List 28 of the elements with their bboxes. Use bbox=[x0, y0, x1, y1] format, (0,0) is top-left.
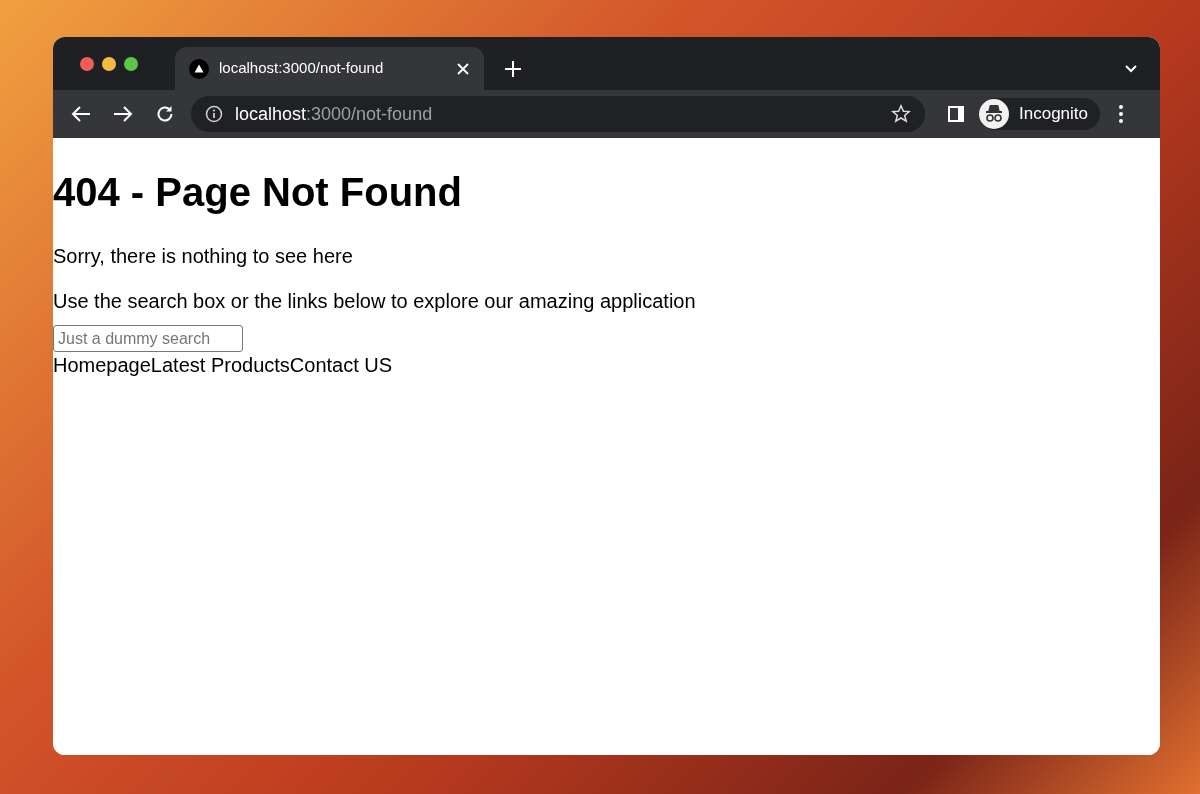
incognito-icon bbox=[979, 99, 1009, 129]
maximize-window-button[interactable] bbox=[124, 57, 138, 71]
nav-link[interactable]: Homepage bbox=[53, 352, 151, 379]
profile-chip[interactable]: Incognito bbox=[979, 98, 1100, 130]
paragraph: Use the search box or the links below to explore our amazing application bbox=[53, 289, 697, 313]
close-icon[interactable] bbox=[456, 61, 470, 76]
reload-icon[interactable] bbox=[155, 104, 175, 124]
minimize-window-button[interactable] bbox=[102, 57, 116, 71]
info-icon bbox=[205, 105, 223, 123]
more-menu-icon[interactable] bbox=[1118, 104, 1124, 124]
chevron-down-icon[interactable] bbox=[1124, 64, 1138, 74]
page-heading: 404 - Page Not Found bbox=[53, 170, 463, 214]
address-bar[interactable]: localhost:3000/not-found bbox=[191, 96, 925, 132]
nav-link[interactable]: Latest Products bbox=[150, 352, 290, 379]
search-field[interactable]: Just a dummy search bbox=[53, 325, 243, 352]
url-text: localhost:3000/not-found bbox=[235, 102, 434, 126]
profile-label: Incognito bbox=[1019, 103, 1088, 126]
star-icon[interactable] bbox=[891, 104, 911, 124]
new-tab-icon[interactable] bbox=[504, 60, 522, 78]
back-arrow-icon[interactable] bbox=[71, 105, 91, 123]
tab-title: localhost:3000/not-found bbox=[219, 58, 385, 79]
nav-link[interactable]: Contact US bbox=[289, 352, 393, 379]
side-panel-icon[interactable] bbox=[947, 105, 965, 123]
paragraph: Sorry, there is nothing to see here bbox=[53, 244, 354, 268]
triangle-logo-icon bbox=[189, 58, 209, 79]
browser-tab[interactable]: localhost:3000/not-found bbox=[175, 47, 484, 90]
close-window-button[interactable] bbox=[80, 57, 94, 71]
forward-arrow-icon[interactable] bbox=[113, 105, 133, 123]
